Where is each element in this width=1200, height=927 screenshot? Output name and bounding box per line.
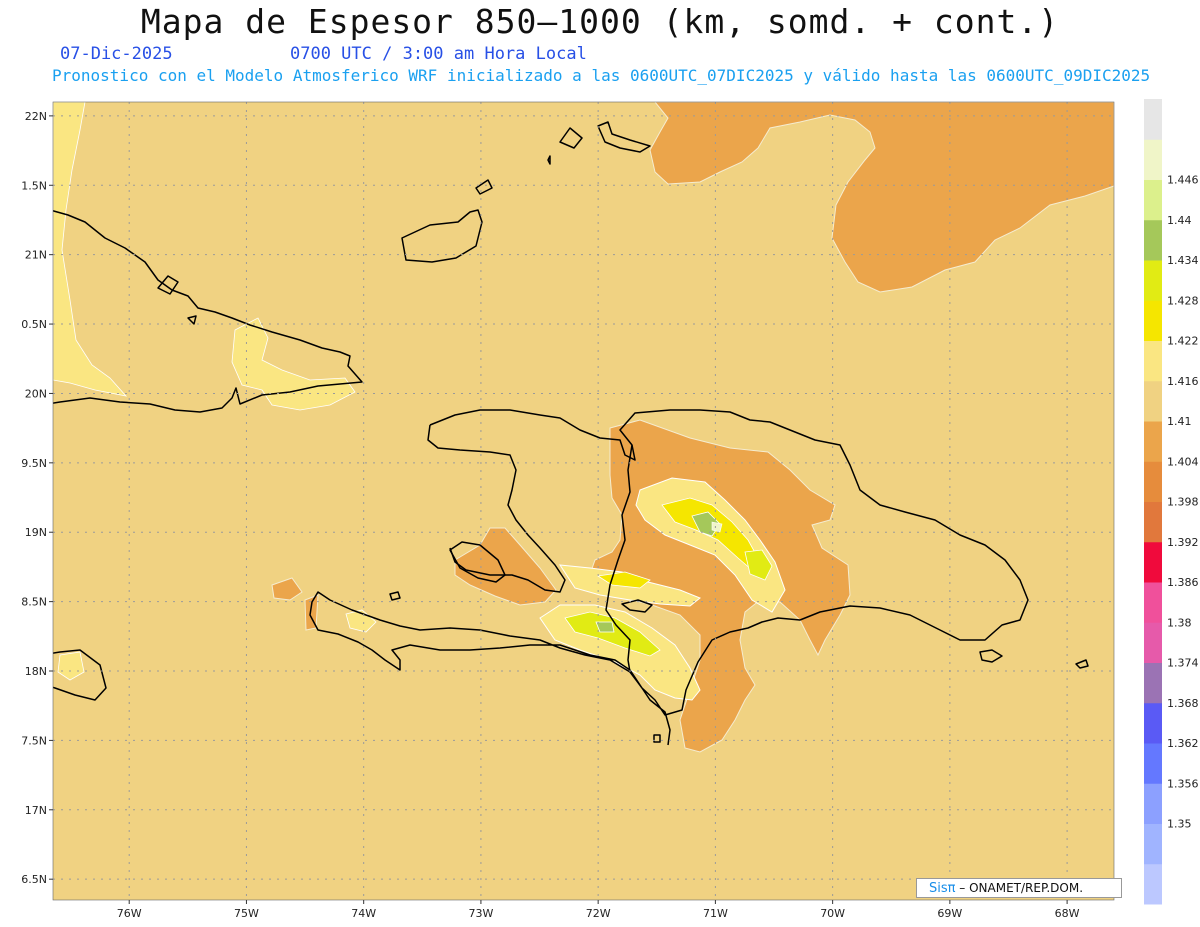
colorbar-label: 1.392 <box>1167 536 1199 549</box>
colorbar-label: 1.362 <box>1167 737 1199 750</box>
lat-tick-label: 6.5N <box>21 873 47 886</box>
colorbar-label: 1.35 <box>1167 818 1192 831</box>
lon-tick-label: 69W <box>937 907 962 920</box>
colorbar-label: 1.38 <box>1167 616 1192 629</box>
lon-tick-label: 75W <box>234 907 259 920</box>
lat-tick-label: 17N <box>25 804 47 817</box>
colorbar-swatch <box>1144 421 1162 462</box>
cordillera-peak <box>711 521 723 533</box>
colorbar-swatch <box>1144 501 1162 543</box>
colorbar-label: 1.398 <box>1167 496 1199 509</box>
colorbar-label: 1.416 <box>1167 375 1199 388</box>
colorbar-swatch <box>1144 662 1162 704</box>
colorbar-label: 1.434 <box>1167 254 1199 267</box>
colorbar-label: 1.446 <box>1167 174 1199 187</box>
lat-tick-label: 19N <box>25 526 47 539</box>
colorbar-label: 1.386 <box>1167 576 1199 589</box>
colorbar-label: 1.422 <box>1167 335 1199 348</box>
colorbar-swatch <box>1144 260 1162 301</box>
lat-tick-label: 0.5N <box>21 318 47 331</box>
latitude-axis: 22N 1.5N 21N 0.5N 20N 9.5N 19N 8.5N 18N 7.5N 17N 6.… <box>21 110 53 886</box>
lat-tick-label: 1.5N <box>21 179 47 192</box>
lon-tick-label: 76W <box>117 907 142 920</box>
lon-tick-label: 68W <box>1055 907 1080 920</box>
lat-tick-label: 21N <box>25 249 47 262</box>
sis-logo: Sisπ <box>929 881 956 896</box>
colorbar-swatch <box>1144 863 1162 905</box>
colorbar-swatch <box>1144 461 1162 502</box>
colorbar-label: 1.356 <box>1167 777 1199 790</box>
colorbar-swatch <box>1144 541 1162 583</box>
lon-tick-label: 72W <box>586 907 611 920</box>
thickness-map: 22N 1.5N 21N 0.5N 20N 9.5N 19N 8.5N 18N 7.5N 17N 6.… <box>21 99 1199 920</box>
colorbar-swatch <box>1144 99 1162 140</box>
colorbar-swatch <box>1144 823 1162 865</box>
colorbar-swatch <box>1144 743 1162 784</box>
lon-tick-label: 74W <box>351 907 376 920</box>
colorbar-swatch <box>1144 340 1162 382</box>
color-scale-legend: 1.446 1.44 1.434 1.428 1.422 1.416 1.41 1.404 1.… <box>1144 99 1199 905</box>
colorbar-label: 1.368 <box>1167 697 1199 710</box>
colorbar-swatch <box>1144 622 1162 663</box>
lat-tick-label: 18N <box>25 665 47 678</box>
map-plot-area <box>53 102 1114 900</box>
colorbar-swatch <box>1144 702 1162 744</box>
colorbar-swatch <box>1144 380 1162 422</box>
credit-box: Sisπ – ONAMET/REP.DOM. <box>916 878 1122 898</box>
colorbar-swatch <box>1144 300 1162 341</box>
lat-tick-label: 7.5N <box>21 734 47 747</box>
lat-tick-label: 20N <box>25 387 47 400</box>
colorbar-label: 1.41 <box>1167 415 1192 428</box>
lat-tick-label: 8.5N <box>21 596 47 609</box>
lat-tick-label: 22N <box>25 110 47 123</box>
lon-tick-label: 70W <box>820 907 845 920</box>
colorbar-swatch <box>1144 783 1162 824</box>
lon-tick-label: 73W <box>468 907 493 920</box>
longitude-axis: 76W 75W 74W 73W 72W 71W 70W 69W 68W <box>117 900 1080 920</box>
lon-tick-label: 71W <box>703 907 728 920</box>
colorbar-label: 1.44 <box>1167 214 1192 227</box>
colorbar-swatch <box>1144 179 1162 221</box>
lat-tick-label: 9.5N <box>21 457 47 470</box>
colorbar-swatch <box>1144 139 1162 180</box>
colorbar-swatch <box>1144 219 1162 261</box>
colorbar-label: 1.374 <box>1167 657 1199 670</box>
colorbar-label: 1.428 <box>1167 294 1199 307</box>
colorbar-swatch <box>1144 582 1162 623</box>
credit-text: – ONAMET/REP.DOM. <box>959 881 1084 895</box>
colorbar-label: 1.404 <box>1167 455 1199 468</box>
